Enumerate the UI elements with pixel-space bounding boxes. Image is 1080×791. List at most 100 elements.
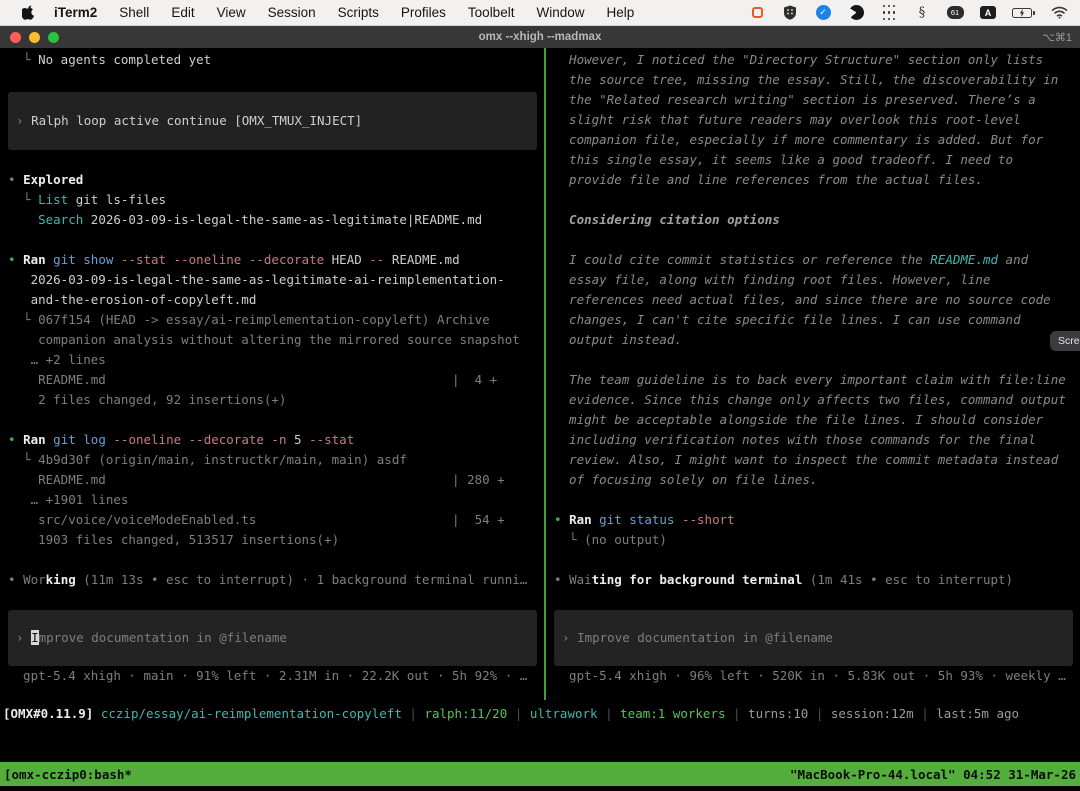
terminal-line [546,230,1080,250]
pane-left-scrollback: └ No agents completed yet › Ralph loop a… [0,50,544,550]
menu-item-iterm2[interactable]: iTerm2 [43,5,108,20]
menu-items: iTerm2ShellEditViewSessionScriptsProfile… [43,5,645,20]
terminal-line: evidence. Since this change only affects… [546,390,1080,410]
terminal-line: › Ralph loop active continue [OMX_TMUX_I… [8,111,362,131]
pane-right-bottom: • Waiting for background terminal (1m 41… [546,570,1080,700]
spacer-line [546,590,1080,610]
terminal-line: the source tree, missing the essay. Stil… [546,70,1080,90]
menu-item-view[interactable]: View [206,5,257,20]
pane-right-scrollback: However, I noticed the "Directory Struct… [546,50,1080,550]
terminal-line: └ List git ls-files [0,190,544,210]
omx-status-area: [OMX#0.11.9] cczip/essay/ai-reimplementa… [0,700,1080,762]
dots-grid-icon[interactable] [880,4,898,21]
pane-left-bottom: • Working (11m 13s • esc to interrupt) ·… [0,570,544,700]
menu-item-help[interactable]: Help [595,5,645,20]
terminal-line: changes, I can't cite specific file line… [546,310,1080,330]
screenshot-app-icon[interactable] [748,4,766,21]
badge-61-icon[interactable]: 61 [946,4,964,21]
terminal-line: Search 2026-03-09-is-legal-the-same-as-l… [0,210,544,230]
terminal-line: • Ran git log --oneline --decorate -n 5 … [0,430,544,450]
terminal-line: references need actual files, and since … [546,290,1080,310]
window-title-bar: omx --xhigh --madmax ⌥⌘1 [0,26,1080,48]
window-title: omx --xhigh --madmax [0,31,1080,43]
terminal-line: 1903 files changed, 513517 insertions(+) [0,530,544,550]
battery-charging-icon[interactable] [1012,8,1035,18]
model-status-line-right: gpt-5.4 xhigh · 96% left · 520K in · 5.8… [546,666,1080,686]
menu-item-edit[interactable]: Edit [160,5,205,20]
terminal-area: └ No agents completed yet › Ralph loop a… [0,48,1080,700]
terminal-line: The team guideline is to back every impo… [546,370,1080,390]
terminal-line [0,410,544,430]
screenshot-toast[interactable]: Scre [1050,331,1080,351]
agent-loop-box: › Ralph loop active continue [OMX_TMUX_I… [8,92,537,150]
terminal-line: this single essay, it seems like a good … [546,150,1080,170]
prompt-input-right[interactable]: › Improve documentation in @filename [554,610,1073,666]
hook-icon[interactable]: § [913,4,931,21]
close-button[interactable] [10,32,21,43]
minimize-button[interactable] [29,32,40,43]
input-source-a-icon[interactable]: A [979,4,997,21]
tmux-status-bar: [omx-cczip0:bash* "MacBook-Pro-44.local"… [0,762,1080,786]
terminal-line [546,190,1080,210]
terminal-line: the "Related research writing" section i… [546,90,1080,110]
terminal-line: might be acceptable alongside the file l… [546,410,1080,430]
terminal-line: and-the-erosion-of-copyleft.md [0,290,544,310]
model-status-line-left: gpt-5.4 xhigh · main · 91% left · 2.31M … [0,666,544,686]
menu-item-session[interactable]: Session [257,5,327,20]
shield-icon[interactable] [781,4,799,21]
menu-item-shell[interactable]: Shell [108,5,160,20]
terminal-line: • Ran git show --stat --oneline --decora… [0,250,544,270]
terminal-line [0,70,544,90]
terminal-line: └ 067f154 (HEAD -> essay/ai-reimplementa… [0,310,544,330]
apple-menu-icon[interactable] [22,5,35,20]
terminal-line: I could cite commit statistics or refere… [546,250,1080,270]
terminal-line: including verification notes with those … [546,430,1080,450]
terminal-line: README.md | 280 + [0,470,544,490]
tmux-host-clock: "MacBook-Pro-44.local" 04:52 31-Mar-26 [790,767,1076,782]
terminal-line: review. Also, I might want to inspect th… [546,450,1080,470]
omx-status-line: [OMX#0.11.9] cczip/essay/ai-reimplementa… [3,706,1080,721]
terminal-line: provide file and line references from th… [546,170,1080,190]
pie-circle-icon[interactable] [847,4,865,21]
zoom-button[interactable] [48,32,59,43]
terminal-line: src/voice/voiceModeEnabled.ts | 54 + [0,510,544,530]
bottom-strip [0,786,1080,791]
terminal-line [546,350,1080,370]
terminal-line: … +2 lines [0,350,544,370]
tmux-session-window-tab[interactable]: [omx-cczip0:bash* [4,767,132,782]
tmux-pane-left[interactable]: └ No agents completed yet › Ralph loop a… [0,48,544,700]
menu-item-toolbelt[interactable]: Toolbelt [457,5,526,20]
terminal-line: • Ran git status --short [546,510,1080,530]
terminal-line: essay file, along with finding root file… [546,270,1080,290]
tmux-pane-right[interactable]: However, I noticed the "Directory Struct… [546,48,1080,700]
prompt-input-left[interactable]: › Improve documentation in @filename [8,610,537,666]
macos-menu-bar: iTerm2ShellEditViewSessionScriptsProfile… [0,0,1080,26]
menu-item-scripts[interactable]: Scripts [327,5,390,20]
terminal-line: slight risk that future readers may over… [546,110,1080,130]
terminal-line [0,230,544,250]
terminal-line [546,490,1080,510]
terminal-line: output instead. [546,330,1080,350]
terminal-line [0,150,544,170]
terminal-line: companion analysis without altering the … [0,330,544,350]
terminal-line: • Explored [0,170,544,190]
menu-item-window[interactable]: Window [525,5,595,20]
terminal-line: └ 4b9d30f (origin/main, instructkr/main,… [0,450,544,470]
terminal-line: Considering citation options [546,210,1080,230]
waiting-status-line: • Waiting for background terminal (1m 41… [546,570,1080,590]
working-status-line: • Working (11m 13s • esc to interrupt) ·… [0,570,544,590]
terminal-line: … +1901 lines [0,490,544,510]
terminal-line: However, I noticed the "Directory Struct… [546,50,1080,70]
menu-item-profiles[interactable]: Profiles [390,5,457,20]
spacer-line [0,590,544,610]
terminal-line: companion file, especially if more comme… [546,130,1080,150]
terminal-line: README.md | 4 + [0,370,544,390]
terminal-line: 2026-03-09-is-legal-the-same-as-legitima… [0,270,544,290]
messenger-icon[interactable]: ✓ [814,4,832,21]
terminal-line: of focusing solely on file lines. [546,470,1080,490]
menu-bar-status-icons: ✓ § 61 A [748,4,1068,21]
terminal-line: └ (no output) [546,530,1080,550]
terminal-line: 2 files changed, 92 insertions(+) [0,390,544,410]
wifi-icon[interactable] [1050,4,1068,21]
tab-shortcut-label: ⌥⌘1 [1042,31,1072,44]
